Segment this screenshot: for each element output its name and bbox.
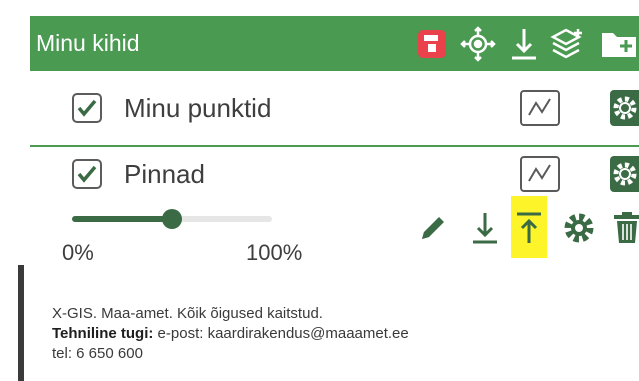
left-map-edge [0, 0, 24, 381]
opacity-slider-fill [72, 216, 172, 222]
layer-visibility-checkbox[interactable] [72, 159, 102, 189]
footer: X-GIS. Maa-amet. Kõik õigused kaitstud. … [52, 304, 409, 364]
layer-legend-button[interactable] [520, 90, 560, 126]
footer-copyright: X-GIS. Maa-amet. Kõik õigused kaitstud. [52, 305, 323, 322]
edit-icon[interactable] [414, 205, 452, 251]
layer-download-icon[interactable] [466, 205, 504, 251]
add-folder-icon[interactable] [600, 26, 636, 62]
footer-support: Tehniline tugi: e-post: kaardirakendus@m… [52, 324, 409, 344]
layer-visibility-checkbox[interactable] [72, 93, 102, 123]
upload-icon[interactable] [510, 205, 548, 251]
footer-phone: tel: 6 650 600 [52, 345, 143, 362]
panel-header: Minu kihid [30, 16, 639, 71]
layer-label[interactable]: Pinnad [124, 158, 205, 190]
add-layer-icon[interactable] [550, 26, 586, 62]
panel-title: Minu kihid [36, 30, 140, 56]
my-layers-panel: Minu kihid Minu punktid Pinnad 0% 100% X… [30, 0, 639, 381]
layer-label[interactable]: Minu punktid [124, 92, 271, 124]
opacity-min-label: 0% [62, 240, 94, 265]
footer-support-email: e-post: kaardirakendus@maaamet.ee [153, 325, 409, 342]
layer-row: Pinnad [30, 137, 639, 211]
layer-legend-button[interactable] [520, 156, 560, 192]
layer-settings-button[interactable] [610, 156, 639, 192]
map-edge-dark [18, 265, 24, 381]
delete-icon[interactable] [608, 205, 639, 251]
layer-row: Minu punktid [30, 71, 639, 147]
opacity-max-label: 100% [246, 240, 303, 265]
settings-icon[interactable] [560, 205, 598, 251]
opacity-slider-thumb[interactable] [162, 209, 182, 229]
save-icon[interactable] [414, 26, 450, 62]
footer-support-label: Tehniline tugi: [52, 325, 154, 342]
locate-icon[interactable] [460, 26, 496, 62]
layer-settings-button[interactable] [610, 90, 639, 126]
download-icon[interactable] [506, 26, 542, 62]
